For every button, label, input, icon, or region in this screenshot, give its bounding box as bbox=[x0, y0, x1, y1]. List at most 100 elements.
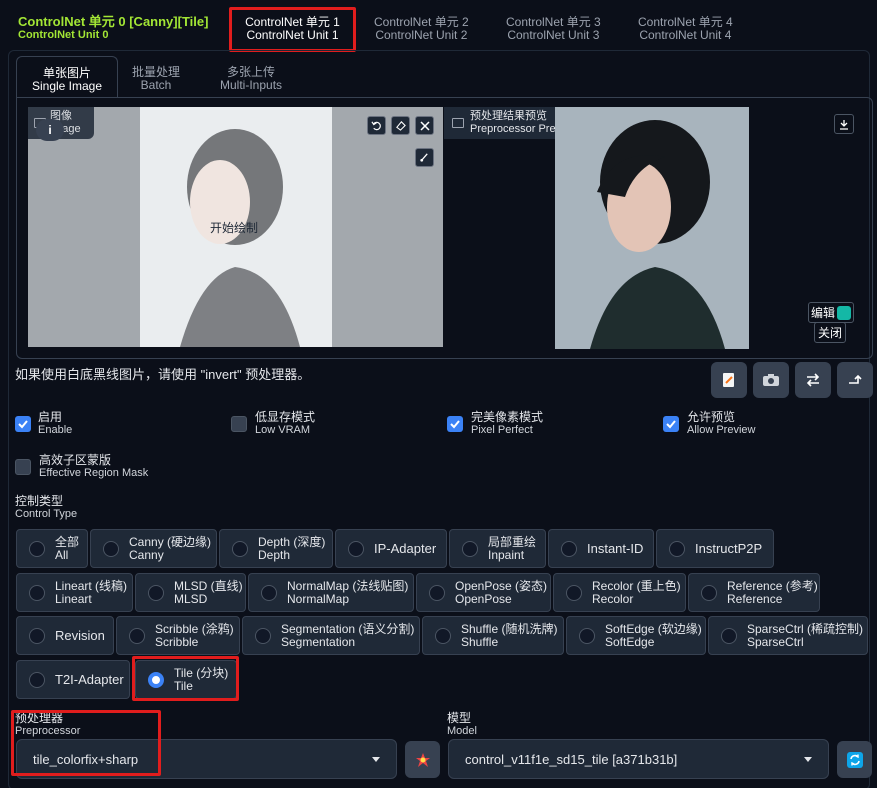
checkbox-unchecked[interactable] bbox=[15, 459, 31, 475]
tab-single-image[interactable]: 单张图片 Single Image bbox=[16, 56, 118, 98]
control-type-inpaint[interactable]: 局部重绘 Inpaint bbox=[449, 529, 546, 568]
option-label-en: Effective Region Mask bbox=[39, 467, 149, 479]
radio-button[interactable] bbox=[579, 627, 595, 644]
radio-button[interactable] bbox=[462, 540, 478, 557]
control-type-ip-adapter[interactable]: IP-Adapter bbox=[335, 529, 447, 568]
ct-label-en: Inpaint bbox=[488, 547, 525, 562]
option-label-cn: 完美像素模式 bbox=[471, 410, 544, 424]
control-type-all[interactable]: 全部 All bbox=[16, 529, 88, 568]
ct-label-en: NormalMap bbox=[287, 591, 350, 606]
control-type-shuffle[interactable]: Shuffle (随机洗牌) Shuffle bbox=[422, 616, 564, 655]
control-type-softedge[interactable]: SoftEdge (软边缘) SoftEdge bbox=[566, 616, 706, 655]
ct-label-cn: MLSD (直线) bbox=[174, 578, 243, 593]
radio-button[interactable] bbox=[701, 584, 717, 601]
enable-checkbox[interactable]: 启用 Enable bbox=[15, 411, 72, 437]
control-type-label-cn: 控制类型 bbox=[15, 494, 64, 508]
refresh-models-button[interactable] bbox=[837, 741, 872, 778]
radio-button[interactable] bbox=[29, 671, 45, 688]
checkbox-checked[interactable] bbox=[15, 416, 31, 432]
radio-button[interactable] bbox=[148, 584, 164, 601]
ct-label: Instant-ID bbox=[587, 541, 644, 556]
model-select[interactable]: control_v11f1e_sd15_tile [a371b31b] bbox=[448, 739, 829, 779]
radio-button[interactable] bbox=[669, 540, 685, 557]
tab-label-en: ControlNet Unit 4 bbox=[639, 28, 732, 42]
control-type-mlsd[interactable]: MLSD (直线) MLSD bbox=[135, 573, 246, 612]
tab-label-en: Multi-Inputs bbox=[220, 78, 283, 92]
chevron-down-icon bbox=[372, 757, 380, 762]
eraser-icon[interactable] bbox=[391, 116, 410, 135]
radio-button[interactable] bbox=[561, 540, 577, 557]
preprocessor-value: tile_colorfix+sharp bbox=[33, 751, 139, 767]
preprocessor-select[interactable]: tile_colorfix+sharp bbox=[16, 739, 397, 779]
radio-button[interactable] bbox=[566, 584, 582, 601]
edit-button[interactable]: 编辑 bbox=[808, 302, 855, 323]
control-type-recolor[interactable]: Recolor (重上色) Recolor bbox=[553, 573, 686, 612]
radio-button[interactable] bbox=[29, 540, 45, 557]
checkbox-checked[interactable] bbox=[447, 416, 463, 432]
radio-button[interactable] bbox=[721, 627, 737, 644]
camera-button[interactable] bbox=[753, 362, 789, 398]
tab-controlnet-unit-1[interactable]: ControlNet 单元 1 ControlNet Unit 1 bbox=[230, 9, 355, 51]
pixel-perfect-checkbox[interactable]: 完美像素模式 Pixel Perfect bbox=[447, 411, 543, 437]
ct-label: InstructP2P bbox=[695, 541, 763, 556]
run-preprocessor-button[interactable] bbox=[405, 741, 440, 778]
control-type-sparsectrl[interactable]: SparseCtrl (稀疏控制) SparseCtrl bbox=[708, 616, 868, 655]
control-type-lineart[interactable]: Lineart (线稿) Lineart bbox=[16, 573, 133, 612]
control-type-revision[interactable]: Revision bbox=[16, 616, 114, 655]
control-type-depth[interactable]: Depth (深度) Depth bbox=[219, 529, 333, 568]
send-dimensions-button[interactable] bbox=[837, 362, 873, 398]
undo-icon[interactable] bbox=[367, 116, 386, 135]
control-type-canny[interactable]: Canny (硬边缘) Canny bbox=[90, 529, 217, 568]
download-icon[interactable] bbox=[834, 114, 854, 134]
radio-button[interactable] bbox=[261, 584, 277, 601]
ct-label-en: All bbox=[55, 547, 69, 562]
control-type-openpose[interactable]: OpenPose (姿态) OpenPose bbox=[416, 573, 551, 612]
control-type-instructp2p[interactable]: InstructP2P bbox=[656, 529, 774, 568]
control-type-t2i-adapter[interactable]: T2I-Adapter bbox=[16, 660, 130, 699]
edit-label: 编辑 bbox=[811, 306, 836, 320]
control-type-scribble[interactable]: Scribble (涂鸦) Scribble bbox=[116, 616, 240, 655]
ct-label-en: OpenPose bbox=[455, 591, 512, 606]
tab-controlnet-unit-0[interactable]: ControlNet 单元 0 [Canny][Tile] ControlNet… bbox=[18, 14, 208, 42]
checkbox-checked[interactable] bbox=[663, 416, 679, 432]
option-label-cn: 高效子区蒙版 bbox=[39, 453, 112, 467]
ct-label: Revision bbox=[55, 628, 105, 643]
ct-label-cn: Scribble (涂鸦) bbox=[155, 621, 234, 636]
radio-button[interactable] bbox=[429, 584, 445, 601]
image-canvas[interactable]: 开始绘制 bbox=[28, 107, 443, 347]
control-type-normalmap[interactable]: NormalMap (法线贴图) NormalMap bbox=[248, 573, 414, 612]
tab-batch[interactable]: 批量处理 Batch bbox=[132, 66, 180, 92]
preview-image bbox=[555, 107, 749, 349]
close-icon[interactable] bbox=[415, 116, 434, 135]
close-label: 关闭 bbox=[818, 326, 843, 340]
control-type-tile[interactable]: Tile (分块) Tile bbox=[135, 660, 237, 699]
radio-button[interactable] bbox=[255, 627, 271, 644]
control-type-segmentation[interactable]: Segmentation (语义分割) Segmentation bbox=[242, 616, 420, 655]
control-type-reference[interactable]: Reference (参考) Reference bbox=[688, 573, 820, 612]
radio-button[interactable] bbox=[232, 540, 248, 557]
control-type-instant-id[interactable]: Instant-ID bbox=[548, 529, 654, 568]
low-vram-checkbox[interactable]: 低显存模式 Low VRAM bbox=[231, 411, 315, 437]
option-label-cn: 低显存模式 bbox=[255, 410, 316, 424]
ct-label-cn: Shuffle (随机洗牌) bbox=[461, 621, 558, 636]
new-canvas-button[interactable] bbox=[711, 362, 747, 398]
ct-label-cn: SoftEdge (软边缘) bbox=[605, 621, 702, 636]
swap-button[interactable] bbox=[795, 362, 831, 398]
allow-preview-checkbox[interactable]: 允许预览 Allow Preview bbox=[663, 411, 755, 437]
radio-button-selected[interactable] bbox=[148, 671, 164, 688]
ct-label-en: Canny bbox=[129, 547, 164, 562]
radio-button[interactable] bbox=[29, 584, 45, 601]
tab-label-en: ControlNet Unit 3 bbox=[507, 28, 600, 42]
tab-multi-inputs[interactable]: 多张上传 Multi-Inputs bbox=[220, 66, 282, 92]
radio-button[interactable] bbox=[103, 540, 119, 557]
radio-button[interactable] bbox=[348, 540, 364, 557]
ct-label-en: Scribble bbox=[155, 634, 199, 649]
radio-button[interactable] bbox=[29, 627, 45, 644]
radio-button[interactable] bbox=[129, 627, 145, 644]
effective-region-mask-checkbox[interactable]: 高效子区蒙版 Effective Region Mask bbox=[15, 454, 148, 480]
checkbox-unchecked[interactable] bbox=[231, 416, 247, 432]
radio-button[interactable] bbox=[435, 627, 451, 644]
brush-icon[interactable] bbox=[415, 148, 434, 167]
close-preview-button[interactable]: 关闭 bbox=[814, 322, 847, 343]
info-icon[interactable]: i bbox=[36, 119, 64, 141]
